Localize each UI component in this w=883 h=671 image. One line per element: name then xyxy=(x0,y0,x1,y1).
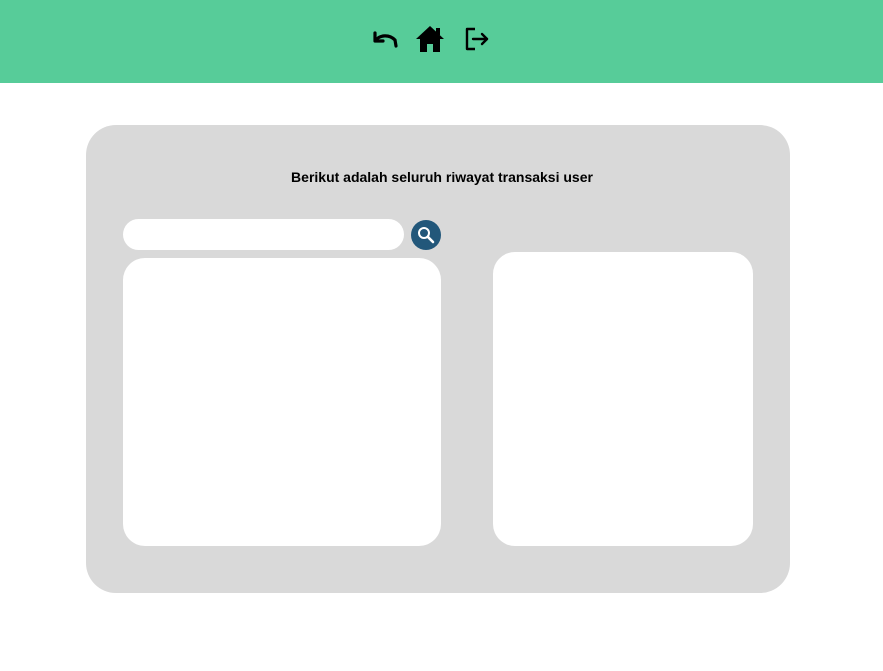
search-input[interactable] xyxy=(123,219,404,250)
undo-arrow-icon xyxy=(373,31,398,48)
page-title: Berikut adalah seluruh riwayat transaksi… xyxy=(291,169,593,185)
search-icon xyxy=(418,227,435,244)
logout-icon xyxy=(465,27,489,51)
transaction-detail xyxy=(493,252,753,546)
transaction-list[interactable] xyxy=(123,258,441,546)
home-icon xyxy=(416,26,444,52)
top-navbar xyxy=(0,0,883,83)
logout-button[interactable] xyxy=(461,22,493,56)
home-button[interactable] xyxy=(414,22,446,56)
back-button[interactable] xyxy=(369,22,401,56)
search-button[interactable] xyxy=(411,220,441,250)
transaction-history-panel: Berikut adalah seluruh riwayat transaksi… xyxy=(86,125,790,593)
